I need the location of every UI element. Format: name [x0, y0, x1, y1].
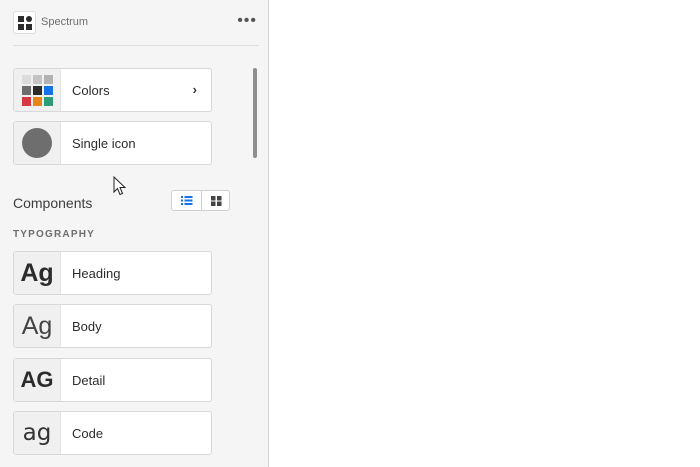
color-swatch	[33, 97, 42, 106]
color-swatch	[33, 86, 42, 95]
colors-card[interactable]: Colors ›	[13, 68, 212, 112]
color-swatch	[44, 97, 53, 106]
code-glyph: ag	[22, 420, 52, 446]
color-swatch	[22, 97, 31, 106]
grid-view-icon	[211, 196, 222, 206]
body-label: Body	[72, 319, 102, 334]
body-card[interactable]: Ag Body	[13, 304, 212, 348]
color-swatches	[22, 75, 53, 106]
code-card[interactable]: ag Code	[13, 411, 212, 455]
single-icon-thumbnail	[14, 122, 61, 164]
heading-card[interactable]: Ag Heading	[13, 251, 212, 295]
grid-view-button[interactable]	[202, 191, 231, 210]
heading-glyph: Ag	[20, 259, 54, 287]
more-options-icon[interactable]: •••	[237, 12, 257, 30]
list-view-icon	[181, 196, 193, 205]
list-view-button[interactable]	[172, 191, 202, 210]
heading-thumbnail: Ag	[14, 252, 61, 294]
library-header: Spectrum •••	[13, 11, 259, 46]
typography-group-label: TYPOGRAPHY	[13, 229, 96, 240]
scrollbar-thumb[interactable]	[253, 68, 257, 158]
color-swatch	[22, 75, 31, 84]
detail-card[interactable]: AG Detail	[13, 358, 212, 402]
color-swatch	[44, 86, 53, 95]
single-icon-label: Single icon	[72, 136, 136, 151]
single-icon-card[interactable]: Single icon	[13, 121, 212, 165]
code-thumbnail: ag	[14, 412, 61, 454]
components-title: Components	[13, 195, 93, 211]
mouse-pointer-icon	[113, 176, 127, 196]
color-swatch	[33, 75, 42, 84]
heading-label: Heading	[72, 266, 121, 281]
detail-thumbnail: AG	[14, 359, 61, 401]
code-label: Code	[72, 426, 104, 441]
library-name: Spectrum	[41, 16, 89, 28]
color-swatch	[22, 86, 31, 95]
view-toggle	[171, 190, 230, 211]
color-swatch	[44, 75, 53, 84]
chevron-right-icon: ›	[192, 82, 197, 97]
detail-glyph: AG	[20, 367, 54, 392]
colors-thumbnail	[14, 69, 61, 111]
detail-label: Detail	[72, 373, 106, 388]
circle-icon	[22, 128, 52, 158]
library-logo-icon	[13, 11, 36, 34]
body-thumbnail: Ag	[14, 305, 61, 347]
library-panel: Spectrum ••• Colors › Single icon Compon…	[0, 0, 269, 467]
colors-label: Colors	[72, 83, 110, 98]
body-glyph: Ag	[21, 312, 53, 340]
